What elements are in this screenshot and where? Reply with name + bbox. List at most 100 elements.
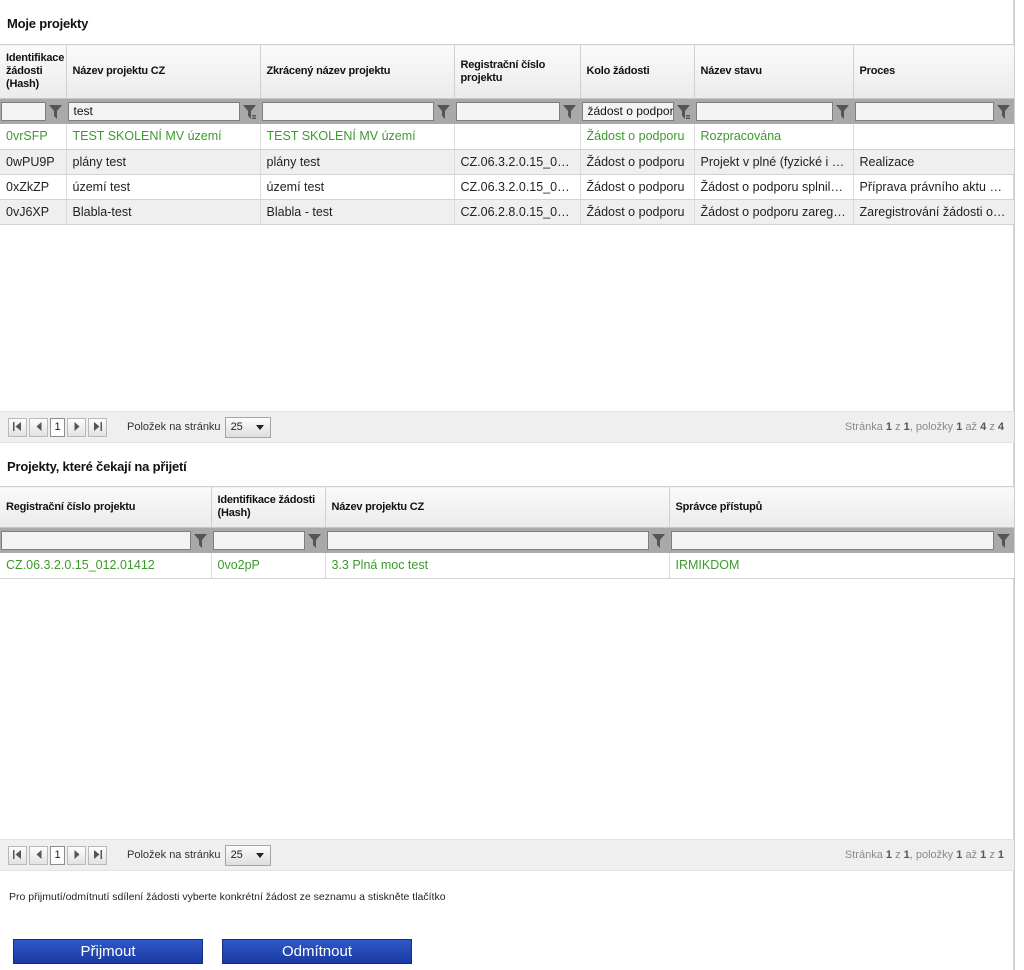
- page: Moje projekty Identifikace žádosti (Hash…: [0, 0, 1015, 970]
- instruction-note: Pro přijmutí/odmítnutí sdílení žádosti v…: [9, 891, 446, 903]
- cell-registration-number: CZ.06.3.2.0.15_012...: [454, 149, 581, 175]
- current-page[interactable]: 1: [50, 845, 65, 865]
- table-row[interactable]: 0xZkZP území test území test CZ.06.3.2.0…: [0, 174, 1015, 200]
- filter-input-process[interactable]: [854, 102, 994, 121]
- cell-hash: 0vrSFP: [0, 124, 67, 150]
- filter-icon[interactable]: [994, 102, 1014, 122]
- filter-input-registration-number[interactable]: [455, 102, 560, 121]
- chevron-down-icon: [255, 849, 264, 861]
- per-page-value: 25: [230, 849, 243, 861]
- filter-active-icon[interactable]: [240, 102, 260, 122]
- prev-page-icon: [36, 848, 42, 862]
- accept-button[interactable]: Přijmout: [13, 939, 203, 964]
- pending-projects-table: Registrační číslo projektu Identifikace …: [0, 486, 1015, 579]
- first-page-button[interactable]: [8, 417, 27, 437]
- column-header-state[interactable]: Název stavu: [694, 44, 854, 99]
- column-header-process[interactable]: Proces: [853, 44, 1014, 99]
- filter-input-project-name[interactable]: test: [67, 102, 240, 121]
- table-row[interactable]: CZ.06.3.2.0.15_012.01412 0vo2pP 3.3 Plná…: [0, 553, 1015, 579]
- cell-hash: 0xZkZP: [0, 174, 67, 200]
- cell-state: Projekt v plné (fyzické i fi...: [694, 149, 854, 175]
- cell-registration-number: [454, 124, 581, 150]
- cell-project-name: TEST SKOLENÍ MV území: [66, 124, 261, 150]
- column-header-access-manager[interactable]: Správce přístupů: [669, 486, 1014, 528]
- filter-input-access-manager[interactable]: [670, 531, 994, 550]
- next-page-button[interactable]: [67, 417, 86, 437]
- filter-icon[interactable]: [191, 531, 211, 551]
- chevron-down-icon: [255, 421, 264, 433]
- my-projects-pager: 1 Položek na stránku 25 Stránka 1 z 1, p…: [0, 411, 1014, 443]
- cell-short-name: území test: [260, 174, 455, 200]
- cell-short-name: Blabla - test: [260, 199, 455, 225]
- column-header-hash[interactable]: Identifikace žádosti (Hash): [0, 44, 67, 99]
- pager-info-page: 1: [885, 849, 893, 861]
- cell-state: Žádost o podporu zaregist...: [694, 199, 854, 225]
- cell-project-name: 3.3 Plná moc test: [325, 553, 670, 579]
- filter-input-short-name[interactable]: [261, 102, 434, 121]
- cell-state: Žádost o podporu splnila...: [694, 174, 854, 200]
- column-header-round[interactable]: Kolo žádosti: [580, 44, 695, 99]
- last-page-button[interactable]: [88, 417, 107, 437]
- first-page-icon: [13, 420, 22, 434]
- prev-page-button[interactable]: [29, 417, 48, 437]
- pager-info-from: 1: [956, 421, 963, 433]
- cell-short-name: TEST SKOLENÍ MV území: [260, 124, 455, 150]
- filter-input-project-name[interactable]: [326, 531, 649, 550]
- cell-round: Žádost o podporu: [580, 174, 695, 200]
- prev-page-icon: [36, 420, 42, 434]
- column-header-registration-number[interactable]: Registrační číslo projektu: [0, 486, 212, 528]
- filter-input-registration-number[interactable]: [1, 531, 191, 550]
- pager-info-prefix: Stránka: [844, 849, 883, 861]
- filter-icon[interactable]: [833, 102, 853, 122]
- cell-process: Zaregistrování žádosti o p...: [853, 199, 1015, 225]
- per-page-value: 25: [230, 421, 243, 433]
- pending-projects-pager: 1 Položek na stránku 25 Stránka 1 z 1, p…: [0, 839, 1014, 871]
- pager-info-from: 1: [956, 849, 963, 861]
- column-header-project-name[interactable]: Název projektu CZ: [325, 486, 670, 528]
- filter-icon[interactable]: [649, 531, 669, 551]
- first-page-button[interactable]: [8, 845, 27, 865]
- column-header-hash[interactable]: Identifikace žádosti (Hash): [211, 486, 326, 528]
- filter-input-round[interactable]: žádost o podporu: [581, 102, 674, 121]
- filter-active-icon[interactable]: [674, 102, 694, 122]
- table-row[interactable]: 0wPU9P plány test plány test CZ.06.3.2.0…: [0, 149, 1015, 175]
- column-header-registration-number[interactable]: Registrační číslo projektu: [454, 44, 581, 99]
- filter-row: test žádost o podporu: [0, 98, 1015, 124]
- filter-input-hash[interactable]: [212, 531, 305, 550]
- my-projects-title: Moje projekty: [7, 16, 89, 31]
- last-page-button[interactable]: [88, 845, 107, 865]
- pager-info-to: 4: [980, 421, 987, 433]
- per-page-select[interactable]: 25: [224, 844, 271, 866]
- filter-icon[interactable]: [994, 531, 1014, 551]
- table-row[interactable]: 0vJ6XP Blabla-test Blabla - test CZ.06.2…: [0, 199, 1015, 225]
- per-page-label: Položek na stránku: [127, 421, 221, 433]
- reject-button[interactable]: Odmítnout: [222, 939, 412, 964]
- cell-project-name: Blabla-test: [66, 199, 261, 225]
- filter-icon[interactable]: [46, 102, 66, 122]
- next-page-button[interactable]: [67, 845, 86, 865]
- cell-state: Rozpracována: [694, 124, 854, 150]
- filter-input-hash[interactable]: [1, 102, 46, 121]
- current-page[interactable]: 1: [50, 417, 65, 437]
- filter-row: [0, 527, 1015, 553]
- column-header-project-name[interactable]: Název projektu CZ: [66, 44, 261, 99]
- filter-icon[interactable]: [434, 102, 454, 122]
- per-page-label: Položek na stránku: [127, 849, 221, 861]
- window-edge: [1014, 0, 1024, 970]
- table-row[interactable]: 0vrSFP TEST SKOLENÍ MV území TEST SKOLEN…: [0, 124, 1015, 150]
- pager-info: Stránka 1 z 1, položky 1 až 4 z 4: [845, 421, 1004, 433]
- cell-project-name: plány test: [66, 149, 261, 175]
- filter-icon[interactable]: [560, 102, 580, 122]
- per-page-select[interactable]: 25: [224, 416, 271, 438]
- cell-hash: 0wPU9P: [0, 149, 67, 175]
- cell-access-manager: IRMIKDOM: [669, 553, 1015, 579]
- pager-info-total-word: z: [989, 849, 995, 861]
- column-header-short-name[interactable]: Zkrácený název projektu: [260, 44, 455, 99]
- filter-input-state[interactable]: [695, 102, 833, 121]
- prev-page-button[interactable]: [29, 845, 48, 865]
- pager-info-of: z: [895, 849, 901, 861]
- cell-registration-number: CZ.06.2.8.0.15_003...: [454, 199, 581, 225]
- cell-round: Žádost o podporu: [580, 199, 695, 225]
- cell-project-name: území test: [66, 174, 261, 200]
- filter-icon[interactable]: [305, 531, 325, 551]
